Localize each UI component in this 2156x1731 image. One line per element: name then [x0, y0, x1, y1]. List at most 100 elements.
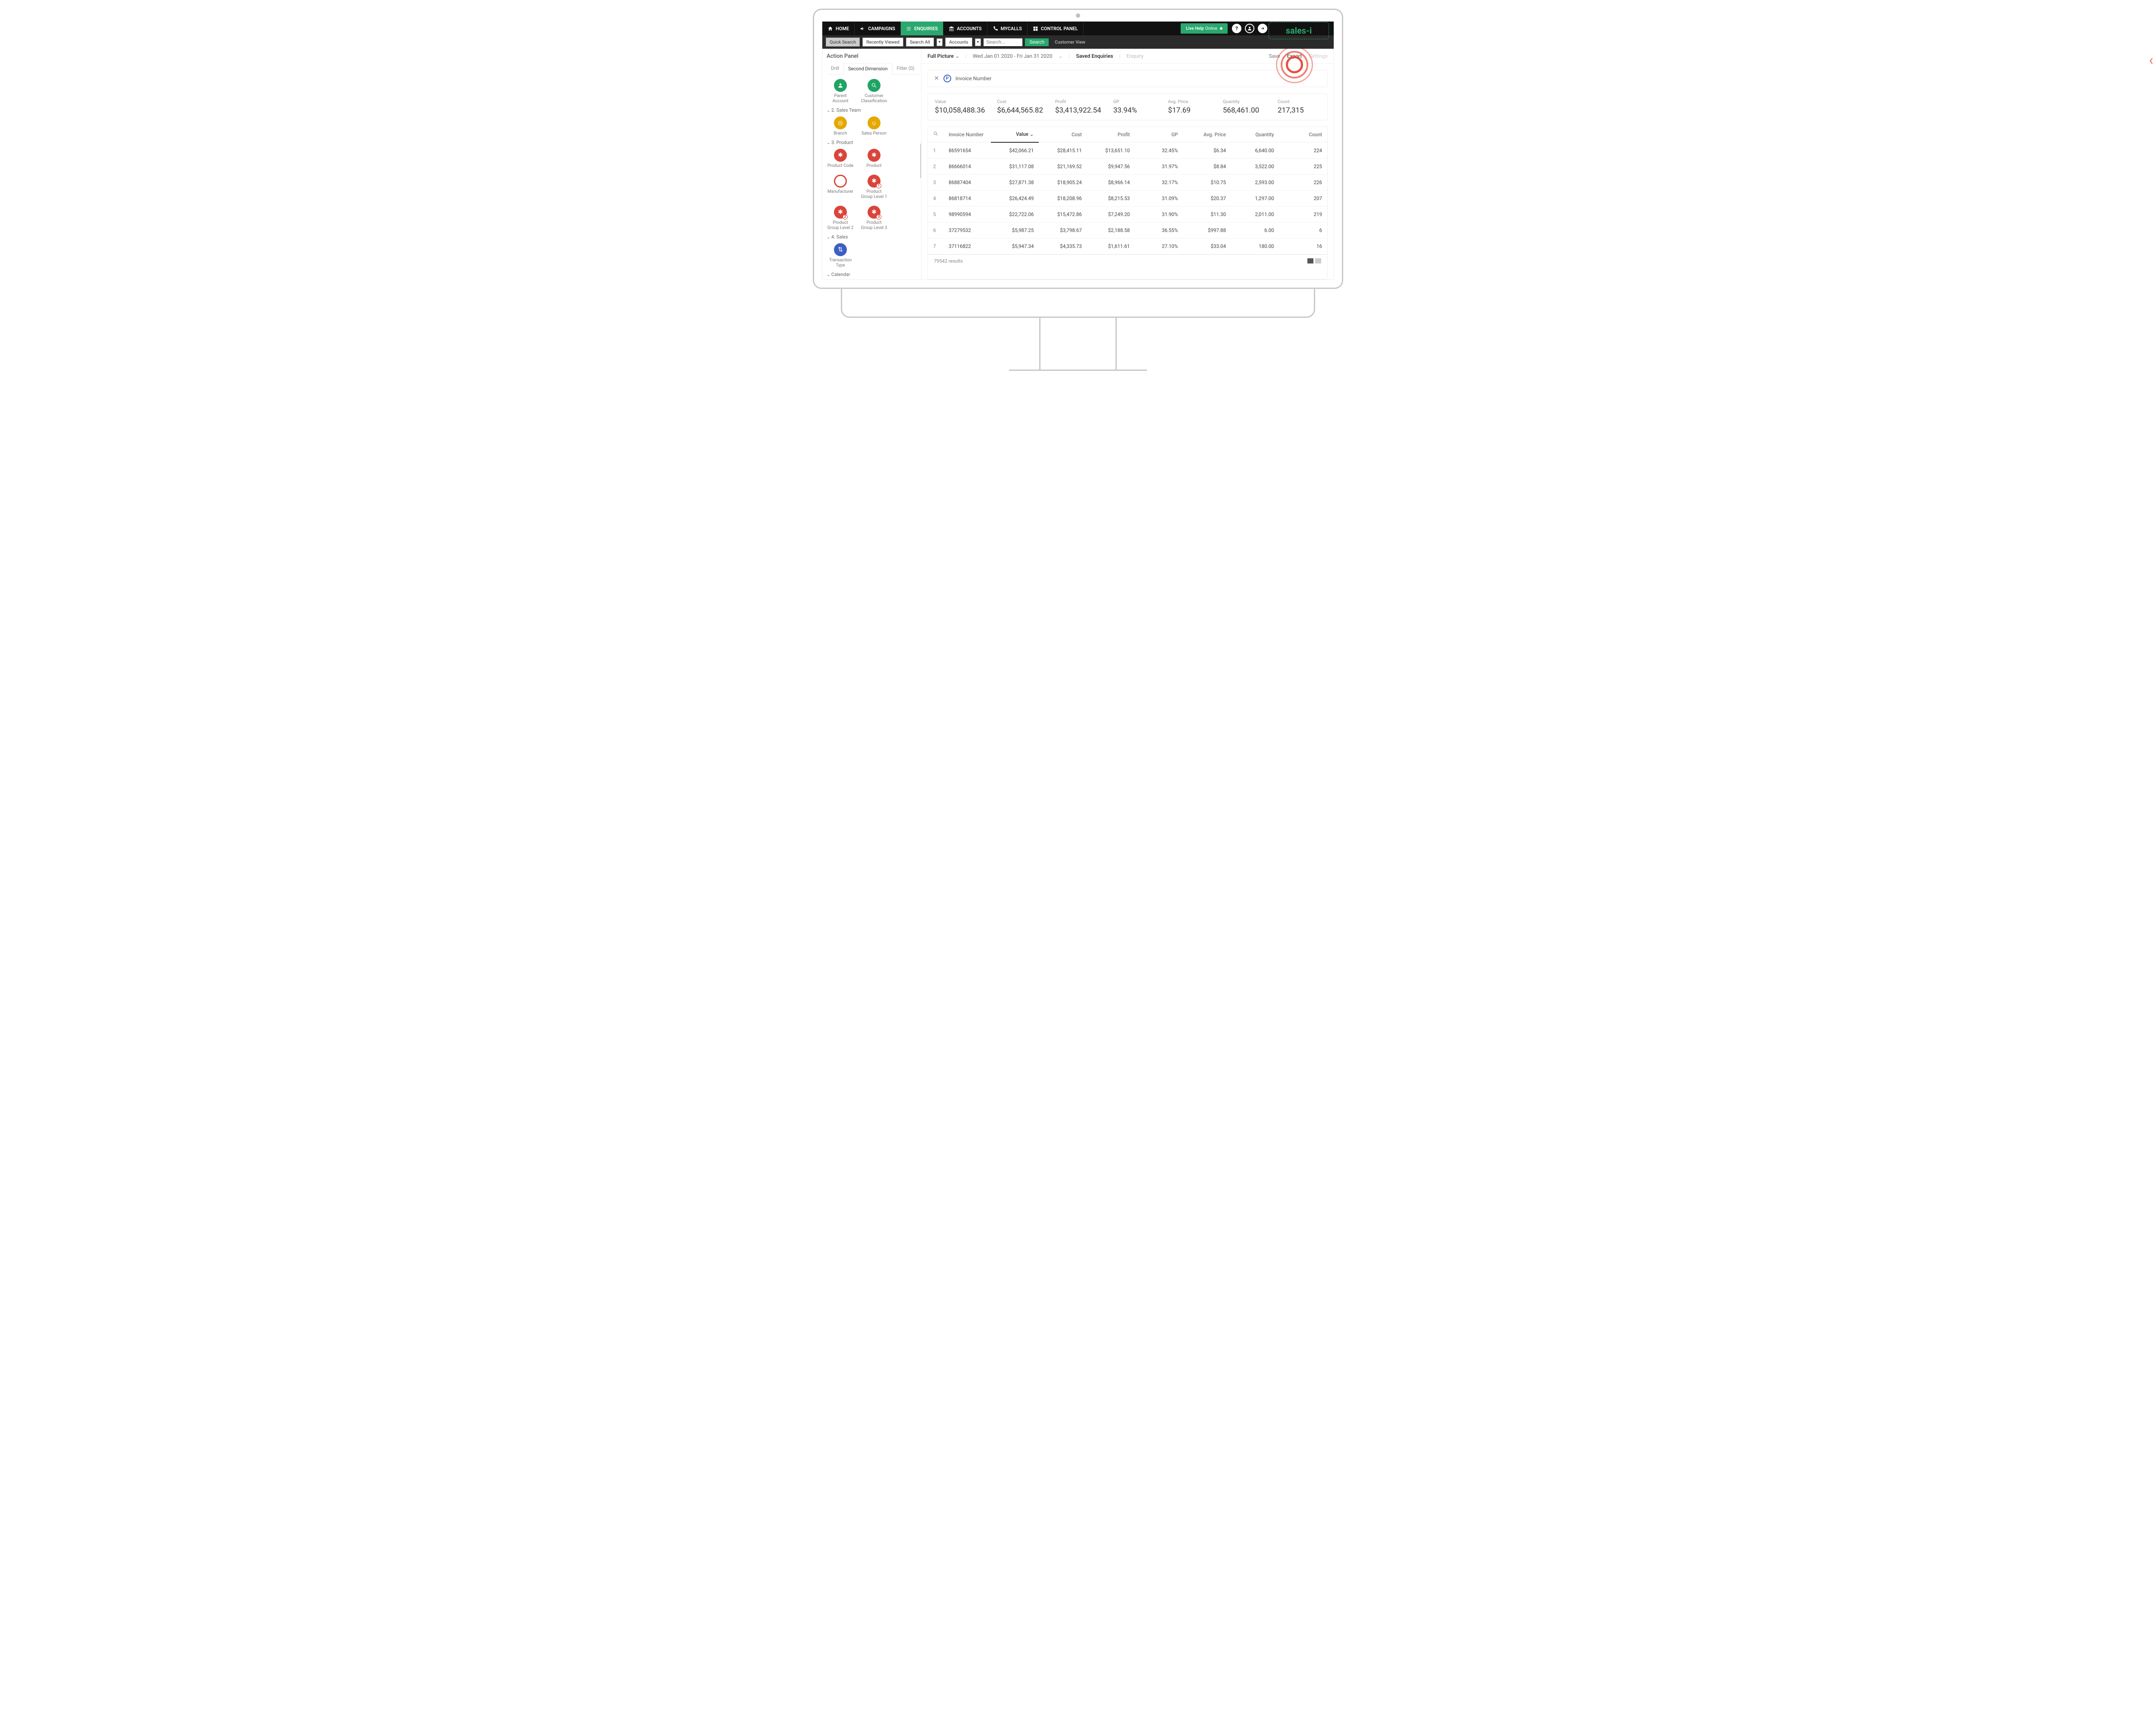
- search-input[interactable]: [984, 38, 1022, 46]
- logout-button[interactable]: [1258, 24, 1267, 33]
- bubble-customer-classification[interactable]: Customer Classification: [860, 79, 888, 104]
- col-avg-price[interactable]: Avg. Price: [1183, 127, 1231, 142]
- nav-mycalls[interactable]: MYCALLS: [987, 22, 1028, 35]
- help-button[interactable]: ?: [1232, 24, 1241, 33]
- bubble-product-code[interactable]: ✱Product Code: [827, 149, 854, 169]
- full-picture-dropdown[interactable]: Full Picture ⌄: [928, 53, 959, 59]
- brand-logo: sales-i: [1269, 22, 1329, 39]
- col-search[interactable]: [928, 127, 943, 142]
- results-count: 79542 results: [934, 258, 963, 264]
- metrics-bar: Value$10,058,488.36 Cost$6,644,565.82 Pr…: [928, 93, 1328, 120]
- bubble-product-group-1[interactable]: ✱1Product Group Level 1: [860, 175, 888, 200]
- table-row[interactable]: 186591654$42,066.21$28,415.11$13,651.103…: [928, 143, 1327, 159]
- bubble-sales-person[interactable]: ☺Sales Person: [860, 116, 888, 136]
- nav-control-panel[interactable]: CONTROL PANEL: [1028, 22, 1084, 35]
- metric-gp: GP33.94%: [1113, 99, 1156, 115]
- invoice-badge-icon: P: [943, 75, 951, 82]
- filter-chip-bar: ✕ P Invoice Number: [928, 70, 1328, 87]
- search-bar: Quick Search Recently Viewed Search All▾…: [822, 35, 1334, 49]
- grid-icon: [1033, 26, 1038, 31]
- group-calendar[interactable]: Calendar: [827, 272, 919, 277]
- export-button[interactable]: Export: [1287, 53, 1302, 59]
- bubble-parent-account[interactable]: Parent Account: [827, 79, 854, 104]
- sales-person-icon: ☺: [868, 116, 881, 129]
- nav-campaigns[interactable]: CAMPAIGNS: [855, 22, 901, 35]
- view-list-button[interactable]: [1307, 258, 1313, 263]
- saved-enquiries-link[interactable]: Saved Enquiries: [1076, 53, 1113, 59]
- bubble-branch[interactable]: ◎Branch: [827, 116, 854, 136]
- nav-home[interactable]: HOME: [822, 22, 855, 35]
- nav-accounts[interactable]: ACCOUNTS: [943, 22, 987, 35]
- user-button[interactable]: [1245, 24, 1254, 33]
- table-row[interactable]: 386887404$27,871.38$18,905.24$8,966.1432…: [928, 175, 1327, 191]
- group-product[interactable]: 3. Product: [827, 140, 919, 145]
- view-grid-button[interactable]: [1315, 258, 1321, 263]
- save-button[interactable]: Save: [1269, 53, 1280, 59]
- status-dot-icon: [1220, 27, 1222, 30]
- gear-icon: ✱2: [834, 206, 847, 219]
- table-row[interactable]: 637279532$5,987.25$3,798.67$2,188.5836.5…: [928, 223, 1327, 238]
- recently-viewed-button[interactable]: Recently Viewed: [862, 38, 903, 47]
- transaction-icon: ⇅: [834, 243, 847, 256]
- search-scope-caret[interactable]: ▾: [937, 38, 943, 46]
- ring-icon: [834, 175, 847, 188]
- sidebar-title: Action Panel: [827, 53, 919, 60]
- col-cost[interactable]: Cost: [1039, 127, 1087, 142]
- group-sales[interactable]: 4. Sales: [827, 234, 919, 240]
- col-profit[interactable]: Profit: [1087, 127, 1135, 142]
- tab-second-dimension[interactable]: Second Dimension: [843, 63, 893, 75]
- metric-cost: Cost$6,644,565.82: [997, 99, 1043, 115]
- person-icon: [834, 79, 847, 92]
- table-row[interactable]: 486818714$26,424.49$18,208.96$8,215.5331…: [928, 191, 1327, 207]
- search-icon: [933, 131, 938, 136]
- filter-chip-label: Invoice Number: [956, 75, 992, 82]
- quick-search-button[interactable]: Quick Search: [826, 38, 860, 47]
- table-row[interactable]: 598990594$22,722.06$15,472.86$7,249.2031…: [928, 207, 1327, 223]
- tab-drill[interactable]: Drill: [827, 63, 843, 74]
- metric-profit: Profit$3,413,922.54: [1055, 99, 1101, 115]
- search-entity-caret[interactable]: ▾: [975, 38, 981, 46]
- tab-filter[interactable]: Filter (0): [893, 63, 919, 74]
- metric-value: Value$10,058,488.36: [935, 99, 985, 115]
- table-row[interactable]: 286666014$31,117.08$21,169.52$9,947.5631…: [928, 159, 1327, 175]
- results-table: Invoice Number Value ⌄ Cost Profit GP Av…: [928, 126, 1328, 279]
- bubble-product-group-3[interactable]: ✱3Product Group Level 3: [860, 206, 888, 231]
- col-invoice[interactable]: Invoice Number: [943, 127, 991, 142]
- phone-icon: [993, 26, 998, 31]
- user-icon: [1247, 26, 1252, 31]
- nav-enquiries[interactable]: ENQUIRIES: [901, 22, 943, 35]
- col-value[interactable]: Value ⌄: [991, 127, 1039, 142]
- search-person-icon: [868, 79, 881, 92]
- tutorial-arrow-icon: ‹: [2149, 52, 2153, 69]
- gear-icon: ✱3: [868, 206, 881, 219]
- enquiry-label: Enquiry: [1126, 53, 1144, 59]
- gear-icon: ✱1: [868, 175, 881, 188]
- bubble-product-group-2[interactable]: ✱2Product Group Level 2: [827, 206, 854, 231]
- settings-button[interactable]: Settings: [1309, 53, 1328, 59]
- close-icon[interactable]: ✕: [934, 75, 939, 82]
- col-quantity[interactable]: Quantity: [1231, 127, 1279, 142]
- metric-count: Count217,315: [1278, 99, 1320, 115]
- col-count[interactable]: Count: [1279, 127, 1327, 142]
- camera-dot: [1076, 13, 1080, 18]
- search-scope-select[interactable]: Search All: [906, 38, 934, 47]
- bubble-manufacturer[interactable]: Manufacturer: [827, 175, 854, 200]
- bubble-product[interactable]: ✱Product: [860, 149, 888, 169]
- customer-view-link[interactable]: Customer View: [1055, 39, 1085, 45]
- megaphone-icon: [860, 26, 865, 31]
- search-button[interactable]: Search: [1025, 38, 1049, 46]
- table-row[interactable]: 737116822$5,947.34$4,335.73$1,611.6127.1…: [928, 238, 1327, 254]
- bubble-transaction-type[interactable]: ⇅Transaction Type: [827, 243, 854, 268]
- date-range[interactable]: Wed Jan 01 2020 - Fri Jan 31 2020: [973, 53, 1053, 59]
- live-help-button[interactable]: Live HelpOnline: [1181, 23, 1228, 34]
- bank-icon: [949, 26, 954, 31]
- breadcrumb-bar: Full Picture ⌄ | Wed Jan 01 2020 - Fri J…: [921, 49, 1334, 64]
- top-nav: HOME CAMPAIGNS ENQUIRIES ACCOUNTS MYCALL…: [822, 22, 1334, 35]
- gear-icon: ✱: [834, 149, 847, 162]
- col-gp[interactable]: GP: [1135, 127, 1183, 142]
- metric-quantity: Quantity568,461.00: [1223, 99, 1266, 115]
- search-entity-select[interactable]: Accounts: [945, 38, 972, 47]
- gear-icon: ✱: [868, 149, 881, 162]
- home-icon: [827, 26, 833, 31]
- group-sales-team[interactable]: 2. Sales Team: [827, 107, 919, 113]
